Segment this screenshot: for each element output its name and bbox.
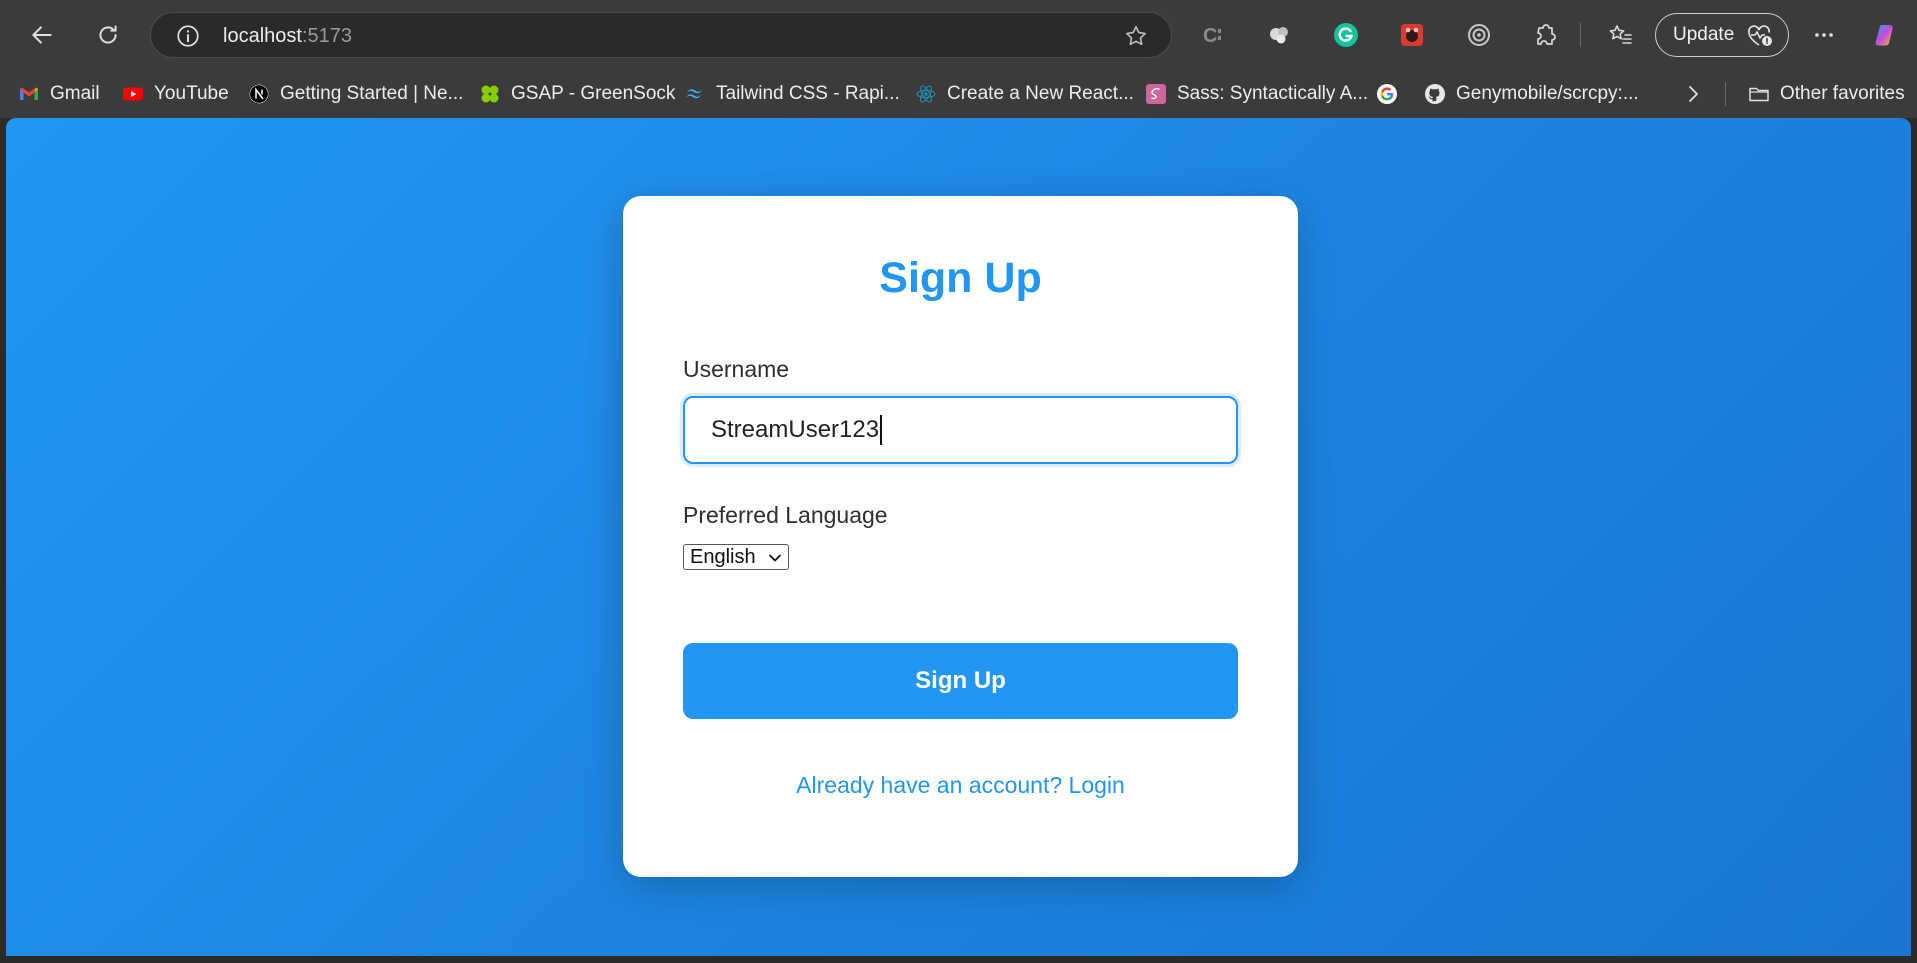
gmail-icon [18, 83, 40, 105]
favorite-star-icon[interactable] [1123, 23, 1149, 49]
favorite-label: Create a New React... [947, 83, 1134, 104]
language-selected-value: English [690, 545, 756, 568]
page-viewport: Sign Up Username StreamUser123 Preferred… [6, 118, 1911, 956]
text-caret [880, 415, 882, 445]
favorite-label: Tailwind CSS - Rapi... [716, 83, 900, 104]
svg-text:C: C [1203, 25, 1217, 47]
extensions-puzzle-icon[interactable] [1531, 21, 1559, 49]
language-select[interactable]: English [683, 544, 789, 570]
extension-c-icon[interactable]: C [1200, 21, 1228, 49]
favorites-bar: Gmail YouTube Getting Started | Ne... GS… [0, 70, 1917, 118]
url-text: localhost:5173 [223, 25, 352, 48]
tailwind-icon [684, 83, 706, 105]
extension-bubbles-icon[interactable] [1266, 21, 1294, 49]
favorite-label: Getting Started | Ne... [280, 83, 464, 104]
google-icon [1376, 83, 1398, 105]
update-label: Update [1673, 24, 1735, 45]
site-info-icon[interactable] [175, 23, 201, 49]
favorite-label: Other favorites [1780, 83, 1905, 104]
favorite-label: GSAP - GreenSock [511, 83, 676, 104]
favorite-react[interactable]: Create a New React... [915, 80, 1134, 108]
chevron-down-icon [769, 554, 781, 562]
extension-target-icon[interactable] [1465, 21, 1493, 49]
favorite-tailwind[interactable]: Tailwind CSS - Rapi... [684, 80, 900, 108]
signup-button[interactable]: Sign Up [683, 643, 1238, 719]
extension-bug-icon[interactable] [1398, 21, 1426, 49]
page-title: Sign Up [879, 254, 1042, 302]
gsap-icon [479, 83, 501, 105]
username-value: StreamUser123 [711, 416, 880, 443]
heartbeat-alert-icon [1748, 25, 1772, 46]
update-button[interactable]: Update [1655, 13, 1789, 57]
refresh-button[interactable] [90, 17, 126, 53]
address-bar[interactable]: localhost:5173 [150, 12, 1172, 58]
login-link[interactable]: Already have an account? Login [623, 772, 1298, 799]
favorite-other-folder[interactable]: Other favorites [1748, 80, 1905, 108]
favorite-google[interactable] [1376, 80, 1408, 108]
favorite-sass[interactable]: Sass: Syntactically A... [1145, 80, 1368, 108]
favorite-gmail[interactable]: Gmail [18, 80, 100, 108]
sass-icon [1145, 83, 1167, 105]
favorite-label: Sass: Syntactically A... [1177, 83, 1369, 104]
favorite-gsap[interactable]: GSAP - GreenSock [479, 80, 675, 108]
copilot-icon[interactable] [1872, 21, 1900, 49]
favorite-label: YouTube [154, 83, 229, 104]
username-label: Username [683, 356, 790, 382]
language-label: Preferred Language [683, 502, 888, 528]
favorite-github[interactable]: Genymobile/scrcpy:... [1424, 80, 1639, 108]
browser-toolbar: localhost:5173 C Update [0, 0, 1917, 70]
signup-card: Sign Up Username StreamUser123 Preferred… [623, 196, 1298, 877]
favorites-divider [1725, 82, 1726, 106]
github-icon [1424, 83, 1446, 105]
favorite-label: Gmail [50, 83, 100, 104]
favorite-label: Genymobile/scrcpy:... [1456, 83, 1639, 104]
grammarly-icon[interactable] [1332, 21, 1360, 49]
toolbar-divider [1580, 23, 1581, 47]
favorites-list-icon[interactable] [1606, 21, 1634, 49]
favorite-youtube[interactable]: YouTube [122, 80, 229, 108]
url-host: localhost [223, 25, 302, 47]
folder-icon [1748, 83, 1770, 105]
more-options-icon[interactable] [1810, 21, 1838, 49]
favorite-nextjs[interactable]: Getting Started | Ne... [248, 80, 463, 108]
youtube-icon [122, 83, 144, 105]
react-icon [915, 83, 937, 105]
url-port: :5173 [301, 25, 352, 47]
nextjs-icon [248, 83, 270, 105]
back-arrow-icon [32, 26, 52, 44]
username-input[interactable]: StreamUser123 [683, 396, 1238, 464]
chevron-right-icon[interactable] [1683, 84, 1703, 104]
signup-button-label: Sign Up [915, 667, 1006, 694]
refresh-icon [99, 25, 117, 44]
back-button[interactable] [24, 17, 60, 53]
